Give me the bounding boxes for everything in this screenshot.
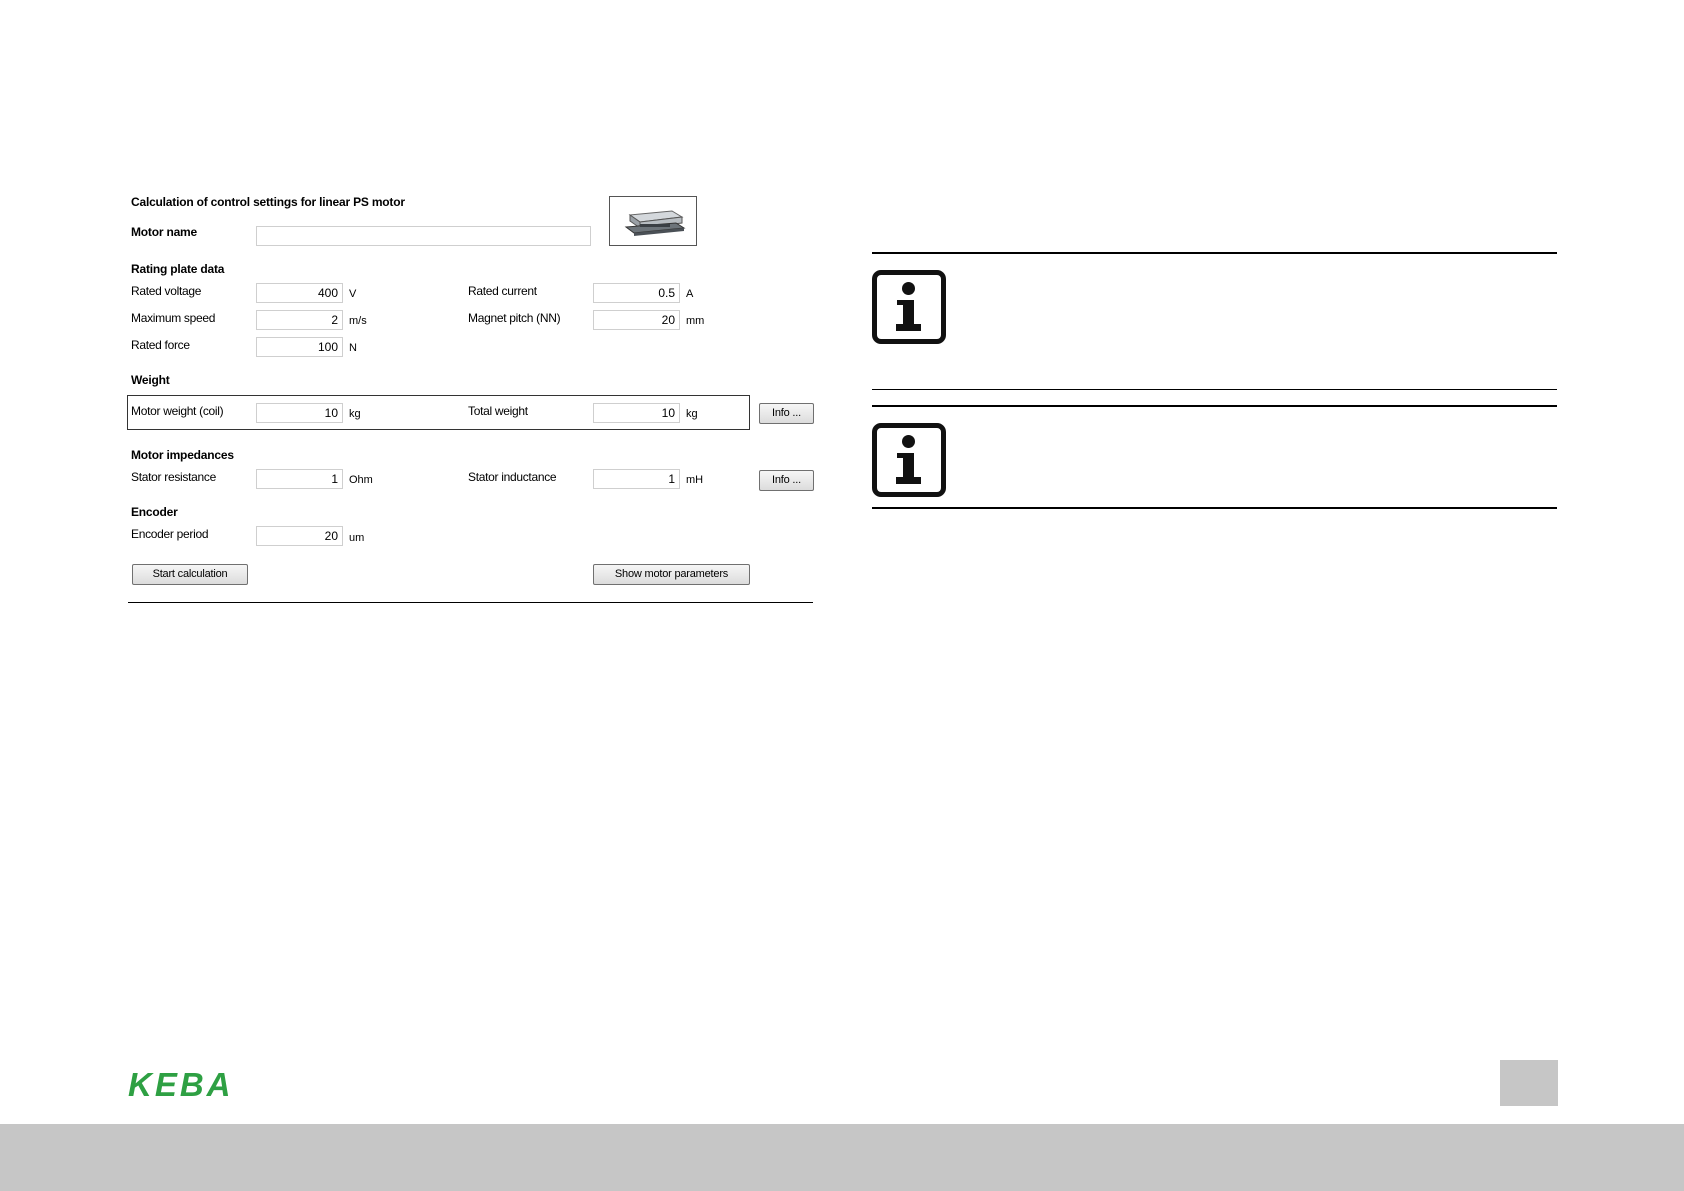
keba-logo: KEBA xyxy=(128,1066,268,1105)
stator-inductance-label: Stator inductance xyxy=(468,470,557,484)
stator-inductance-input[interactable] xyxy=(593,469,680,489)
note-1-top-rule xyxy=(872,252,1557,254)
info-icon xyxy=(872,270,946,344)
encoder-period-unit: um xyxy=(349,532,365,544)
rated-current-input[interactable] xyxy=(593,283,680,303)
note-1-bottom-rule xyxy=(872,389,1557,390)
show-motor-parameters-button[interactable]: Show motor parameters xyxy=(593,564,750,585)
dialog-bottom-rule xyxy=(128,602,813,603)
page-number-box xyxy=(1500,1060,1558,1106)
footer-bar xyxy=(0,1124,1684,1191)
rated-voltage-unit: V xyxy=(349,288,357,300)
stator-inductance-unit: mH xyxy=(686,474,704,486)
rated-voltage-input[interactable] xyxy=(256,283,343,303)
start-calculation-button[interactable]: Start calculation xyxy=(132,564,248,585)
total-weight-input[interactable] xyxy=(593,403,680,423)
maximum-speed-unit: m/s xyxy=(349,315,367,327)
motor-weight-label: Motor weight (coil) xyxy=(131,404,224,418)
rated-current-label: Rated current xyxy=(468,284,537,298)
motor-image xyxy=(609,196,697,246)
note-2-top-rule xyxy=(872,405,1557,407)
note-2-bottom-rule xyxy=(872,507,1557,509)
rated-force-input[interactable] xyxy=(256,337,343,357)
stator-resistance-label: Stator resistance xyxy=(131,470,216,484)
rated-force-unit: N xyxy=(349,342,357,354)
rated-force-label: Rated force xyxy=(131,338,190,352)
linear-motor-icon xyxy=(624,210,686,236)
encoder-heading: Encoder xyxy=(131,505,178,519)
weight-info-button[interactable]: Info ... xyxy=(759,403,814,424)
rating-plate-heading: Rating plate data xyxy=(131,262,225,276)
motor-weight-unit: kg xyxy=(349,408,361,420)
magnet-pitch-input[interactable] xyxy=(593,310,680,330)
stator-resistance-unit: Ohm xyxy=(349,474,373,486)
total-weight-unit: kg xyxy=(686,408,698,420)
rated-voltage-label: Rated voltage xyxy=(131,284,202,298)
magnet-pitch-label: Magnet pitch (NN) xyxy=(468,311,561,325)
maximum-speed-input[interactable] xyxy=(256,310,343,330)
maximum-speed-label: Maximum speed xyxy=(131,311,216,325)
motor-weight-input[interactable] xyxy=(256,403,343,423)
motor-name-input[interactable] xyxy=(256,226,591,246)
magnet-pitch-unit: mm xyxy=(686,315,705,327)
stator-resistance-input[interactable] xyxy=(256,469,343,489)
encoder-period-label: Encoder period xyxy=(131,527,209,541)
encoder-period-input[interactable] xyxy=(256,526,343,546)
svg-text:KEBA: KEBA xyxy=(128,1070,234,1100)
rated-current-unit: A xyxy=(686,288,694,300)
dialog-title: Calculation of control settings for line… xyxy=(131,195,405,209)
info-icon xyxy=(872,423,946,497)
total-weight-label: Total weight xyxy=(468,404,528,418)
impedance-info-button[interactable]: Info ... xyxy=(759,470,814,491)
weight-heading: Weight xyxy=(131,373,170,387)
motor-name-label: Motor name xyxy=(131,225,198,239)
motor-impedances-heading: Motor impedances xyxy=(131,448,234,462)
